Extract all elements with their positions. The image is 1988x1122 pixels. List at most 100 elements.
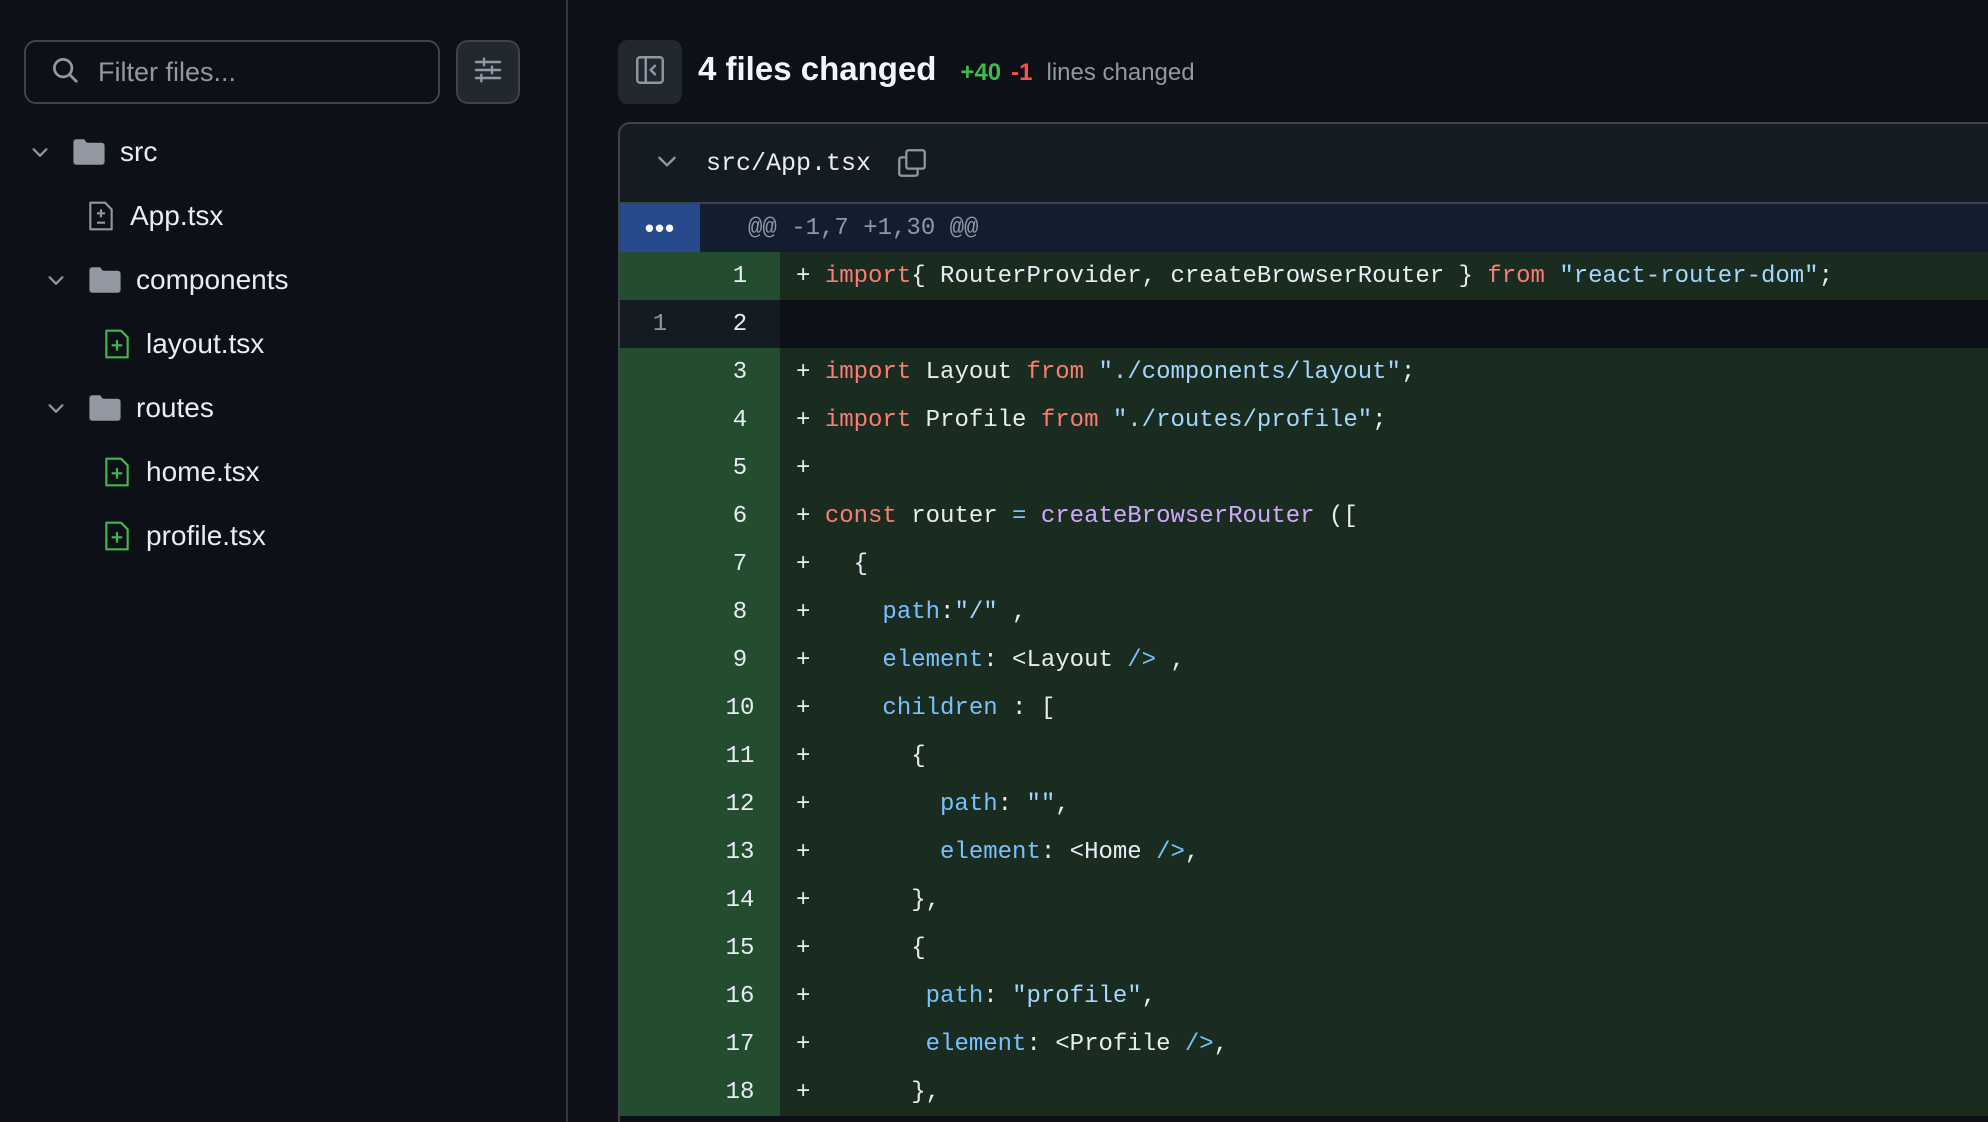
new-line-number[interactable]: 6 (700, 492, 780, 540)
file-diff-card: src/App.tsx ••• @@ -1,7 +1,30 @@ 1 + impo… (618, 122, 1988, 1122)
old-line-number[interactable] (620, 636, 700, 684)
old-line-number[interactable] (620, 396, 700, 444)
code-token: from (1026, 358, 1085, 386)
new-line-number[interactable]: 7 (700, 540, 780, 588)
diff-sign: + (796, 1078, 811, 1106)
additions-count: +40 (960, 59, 1002, 86)
expand-hunk-button[interactable]: ••• (620, 204, 700, 252)
new-line-number[interactable]: 15 (700, 924, 780, 972)
diff-summary: 4 files changed +40 -1 lines changed (698, 50, 1195, 88)
diff-sign: + (796, 1030, 811, 1058)
file-added-icon (102, 456, 132, 488)
old-line-number[interactable] (620, 1020, 700, 1068)
files-changed-title: 4 files changed (698, 50, 937, 87)
old-line-number[interactable] (620, 348, 700, 396)
tree-file[interactable]: profile.tsx (0, 504, 566, 568)
code-token: children (882, 694, 998, 722)
code-token: from (1487, 262, 1545, 290)
code-token: : (997, 790, 1027, 818)
code-token: "./routes/profile" (1112, 406, 1373, 434)
code-token: import (824, 262, 912, 290)
diff-line-added: 13 + element: <Home />, (620, 828, 1988, 876)
old-line-number[interactable] (620, 444, 700, 492)
filter-files-input[interactable] (98, 56, 438, 88)
chevron-down-icon[interactable] (44, 396, 68, 420)
code-token: ; (1400, 358, 1416, 386)
new-line-number[interactable]: 18 (700, 1068, 780, 1116)
tree-file[interactable]: home.tsx (0, 440, 566, 504)
code-text: + path: "profile", (780, 983, 1156, 1010)
tree-folder[interactable]: src (0, 120, 566, 184)
file-added-icon (102, 520, 132, 552)
tree-item-label: src (120, 136, 158, 167)
tree-item-label: layout.tsx (146, 328, 265, 359)
code-token: ; (1372, 406, 1387, 434)
old-line-number[interactable] (620, 972, 700, 1020)
code-text: + import Layout from "./components/layou… (780, 359, 1415, 386)
chevron-down-icon[interactable] (28, 140, 52, 164)
new-line-number[interactable]: 2 (700, 300, 780, 348)
chevron-down-icon[interactable] (44, 268, 68, 292)
tree-file[interactable]: App.tsx (0, 184, 566, 248)
new-line-number[interactable]: 8 (700, 588, 780, 636)
old-line-number[interactable] (620, 924, 700, 972)
code-text: + path: "", (780, 791, 1070, 818)
code-token: ([ (1314, 502, 1358, 530)
old-line-number[interactable] (620, 588, 700, 636)
code-token: , (1141, 982, 1157, 1010)
code-token: , (1055, 790, 1070, 818)
code-token: "./components/layout" (1098, 358, 1401, 386)
code-text: + element: <Home />, (780, 839, 1199, 866)
code-text: + }, (780, 887, 940, 914)
toggle-sidebar-button[interactable] (618, 40, 682, 104)
new-line-number[interactable]: 14 (700, 876, 780, 924)
old-line-number[interactable] (620, 780, 700, 828)
chevron-down-icon[interactable] (654, 148, 680, 179)
code-token: /> (1127, 646, 1157, 674)
tree-file[interactable]: layout.tsx (0, 312, 566, 376)
code-token: /> (1184, 1030, 1214, 1058)
new-line-number[interactable]: 11 (700, 732, 780, 780)
new-line-number[interactable]: 13 (700, 828, 780, 876)
filter-files-field[interactable] (24, 40, 440, 104)
new-line-number[interactable]: 17 (700, 1020, 780, 1068)
old-line-number[interactable] (620, 684, 700, 732)
new-line-number[interactable]: 1 (700, 252, 780, 300)
new-line-number[interactable]: 10 (700, 684, 780, 732)
old-line-number[interactable] (620, 732, 700, 780)
old-line-number[interactable] (620, 540, 700, 588)
code-token: "react-router-dom" (1559, 262, 1819, 290)
diff-sign: + (796, 550, 811, 578)
code-text: + { (780, 935, 926, 962)
new-line-number[interactable]: 16 (700, 972, 780, 1020)
tree-folder[interactable]: components (0, 248, 566, 312)
diff-line-added: 14 + }, (620, 876, 1988, 924)
old-line-number[interactable] (620, 252, 700, 300)
code-token: "/" (954, 598, 998, 626)
diff-sign: + (796, 790, 811, 818)
old-line-number[interactable] (620, 1068, 700, 1116)
copy-icon[interactable] (895, 146, 929, 180)
diff-line-added: 7 + { (620, 540, 1988, 588)
new-line-number[interactable]: 3 (700, 348, 780, 396)
tree-folder[interactable]: routes (0, 376, 566, 440)
diff-line-added: 18 + }, (620, 1068, 1988, 1116)
new-line-number[interactable]: 12 (700, 780, 780, 828)
old-line-number[interactable] (620, 828, 700, 876)
file-diff-header: src/App.tsx (620, 124, 1988, 204)
old-line-number[interactable] (620, 876, 700, 924)
code-text: + path:"/" , (780, 599, 1026, 626)
old-line-number[interactable] (620, 492, 700, 540)
code-token: : [ (997, 694, 1056, 722)
diff-line-added: 11 + { (620, 732, 1988, 780)
new-line-number[interactable]: 9 (700, 636, 780, 684)
new-line-number[interactable]: 5 (700, 444, 780, 492)
code-token: : <Profile (1026, 1030, 1185, 1058)
new-line-number[interactable]: 4 (700, 396, 780, 444)
filter-settings-button[interactable] (456, 40, 520, 104)
old-line-number[interactable]: 1 (620, 300, 700, 348)
diff-line-added: 1 + import{ RouterProvider, createBrowser… (620, 252, 1988, 300)
